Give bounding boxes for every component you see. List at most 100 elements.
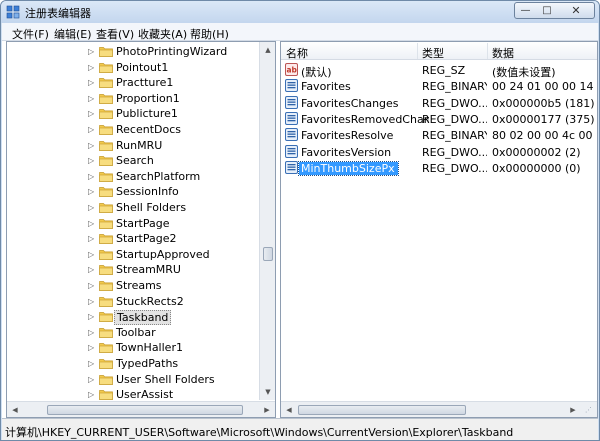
scroll-right-arrow-icon[interactable]: ▶ [565, 402, 581, 417]
maximize-button[interactable]: □ [536, 2, 559, 19]
tree-item[interactable]: ▷ Search [7, 153, 275, 169]
expand-arrow-icon[interactable]: ▷ [88, 156, 94, 165]
tree-item[interactable]: ▷ StuckRects2 [7, 294, 275, 310]
resize-grip-icon[interactable]: ⋰ [585, 406, 592, 414]
tree-item[interactable]: ▷ User Shell Folders [7, 372, 275, 388]
expand-arrow-icon[interactable]: ▷ [88, 281, 94, 290]
expand-arrow-icon[interactable]: ▷ [88, 187, 94, 196]
tree-item-label: Search [116, 154, 154, 168]
tree-item[interactable]: ▷ PhotoPrintingWizard [7, 44, 275, 60]
minimize-button[interactable]: — [514, 2, 537, 19]
title-bar[interactable]: 注册表编辑器 — □ ✕ [1, 1, 599, 23]
value-row[interactable]: FavoritesVersion REG_DWO... 0x00000002 (2) [281, 144, 597, 160]
tree-item[interactable]: ▷ Streams [7, 278, 275, 294]
expand-arrow-icon[interactable]: ▷ [88, 375, 94, 384]
menu-favorites[interactable]: 收藏夹(A) [138, 26, 187, 42]
value-row[interactable]: FavoritesRemovedChan... REG_DWO... 0x00000… [281, 111, 597, 127]
expand-arrow-icon[interactable]: ▷ [88, 390, 94, 399]
tree-hscroll-thumb[interactable] [47, 405, 243, 415]
tree-item[interactable]: ▷ SearchPlatform [7, 169, 275, 185]
status-path: 计算机\HKEY_CURRENT_USER\Software\Microsoft… [5, 426, 514, 439]
list-horizontal-scrollbar[interactable]: ◀ ▶ ⋰ [281, 401, 597, 417]
column-header-type[interactable]: 类型 [422, 45, 444, 61]
folder-icon [99, 234, 113, 245]
menu-help[interactable]: 帮助(H) [190, 26, 229, 42]
value-name: FavoritesChanges [301, 96, 399, 110]
folder-icon [99, 62, 113, 73]
tree-item[interactable]: ▷ RecentDocs [7, 122, 275, 138]
tree-item-label: StuckRects2 [116, 294, 184, 308]
expand-arrow-icon[interactable]: ▷ [88, 63, 94, 72]
close-button[interactable]: ✕ [558, 2, 595, 19]
tree-item[interactable]: ▷ Practture1 [7, 75, 275, 91]
expand-arrow-icon[interactable]: ▷ [88, 141, 94, 150]
value-row[interactable]: ab (默认) REG_SZ (数值未设置) [281, 62, 597, 79]
expand-arrow-icon[interactable]: ▷ [88, 234, 94, 243]
column-divider[interactable] [417, 43, 418, 59]
expand-arrow-icon[interactable]: ▷ [88, 47, 94, 56]
expand-arrow-icon[interactable]: ▷ [88, 109, 94, 118]
expand-arrow-icon[interactable]: ▷ [88, 265, 94, 274]
column-header-name[interactable]: 名称 [286, 45, 308, 61]
scroll-right-arrow-icon[interactable]: ▶ [259, 402, 275, 417]
tree-item-label: Practture1 [116, 76, 174, 90]
expand-arrow-icon[interactable]: ▷ [88, 219, 94, 228]
scroll-left-arrow-icon[interactable]: ◀ [281, 402, 297, 417]
expand-arrow-icon[interactable]: ▷ [88, 94, 94, 103]
menu-view[interactable]: 查看(V) [96, 26, 134, 42]
folder-icon [99, 327, 113, 338]
column-divider[interactable] [487, 43, 488, 59]
tree-item-label: RunMRU [116, 138, 163, 152]
scroll-left-arrow-icon[interactable]: ◀ [7, 402, 23, 417]
tree-item[interactable]: ▷ StartupApproved [7, 247, 275, 263]
tree-item-label: Taskband [114, 310, 172, 326]
expand-arrow-icon[interactable]: ▷ [88, 343, 94, 352]
value-row[interactable]: MinThumbSizePx REG_DWO... 0x00000000 (0) [281, 160, 597, 176]
tree-item[interactable]: ▷ TownHaller1 [7, 340, 275, 356]
expand-arrow-icon[interactable]: ▷ [88, 328, 94, 337]
value-row[interactable]: Favorites REG_BINARY 00 24 01 00 00 14 00 … [281, 78, 597, 94]
expand-arrow-icon[interactable]: ▷ [88, 250, 94, 259]
tree-vertical-scrollbar[interactable]: ▲ ▼ [259, 42, 275, 400]
tree-item[interactable]: ▷ StartPage2 [7, 231, 275, 247]
folder-icon [99, 281, 113, 291]
folder-icon [99, 156, 113, 167]
menu-file[interactable]: 文件(F) [12, 26, 49, 42]
tree-item[interactable]: ▷ Toolbar [7, 325, 275, 341]
tree-item[interactable]: ▷ RunMRU [7, 138, 275, 154]
value-type: REG_DWO... [422, 161, 487, 175]
scroll-up-arrow-icon[interactable]: ▲ [260, 42, 275, 58]
tree-item-label: Shell Folders [116, 201, 187, 214]
tree-item[interactable]: ▷ Proportion1 [7, 91, 275, 107]
tree-item-label: StartPage2 [116, 232, 177, 246]
tree-item[interactable]: ▷ Taskband [7, 309, 275, 326]
folder-icon [99, 203, 113, 213]
expand-arrow-icon[interactable]: ▷ [88, 297, 94, 306]
folder-icon [99, 359, 113, 369]
menu-edit[interactable]: 编辑(E) [54, 26, 92, 42]
expand-arrow-icon[interactable]: ▷ [88, 125, 94, 134]
tree-item[interactable]: ▷ TypedPaths [7, 356, 275, 372]
tree-item[interactable]: ▷ Publicture1 [7, 106, 275, 122]
expand-arrow-icon[interactable]: ▷ [88, 172, 94, 181]
expand-arrow-icon[interactable]: ▷ [88, 312, 94, 321]
expand-arrow-icon[interactable]: ▷ [88, 78, 94, 87]
folder-icon [99, 140, 113, 151]
scroll-down-arrow-icon[interactable]: ▼ [260, 384, 275, 400]
list-hscroll-thumb[interactable] [298, 405, 466, 415]
tree-vscroll-thumb[interactable] [263, 247, 273, 261]
tree-item-label: StartPage [116, 216, 170, 230]
tree-horizontal-scrollbar[interactable]: ◀ ▶ [7, 401, 275, 417]
column-header-data[interactable]: 数据 [492, 45, 514, 61]
value-row[interactable]: FavoritesChanges REG_DWO... 0x000000b5 (18… [281, 95, 597, 111]
expand-arrow-icon[interactable]: ▷ [88, 203, 94, 212]
tree-item[interactable]: ▷ StartPage [7, 216, 275, 232]
expand-arrow-icon[interactable]: ▷ [88, 359, 94, 368]
tree-item[interactable]: ▷ Shell Folders [7, 200, 275, 216]
tree-item-label: StreamMRU [116, 263, 181, 277]
tree-item[interactable]: ▷ StreamMRU [7, 262, 275, 278]
tree-item[interactable]: ▷ SessionInfo [7, 184, 275, 200]
value-row[interactable]: FavoritesResolve REG_BINARY 80 02 00 00 4c… [281, 127, 597, 143]
tree-item-label: Proportion1 [116, 91, 180, 105]
tree-item[interactable]: ▷ Pointout1 [7, 60, 275, 76]
